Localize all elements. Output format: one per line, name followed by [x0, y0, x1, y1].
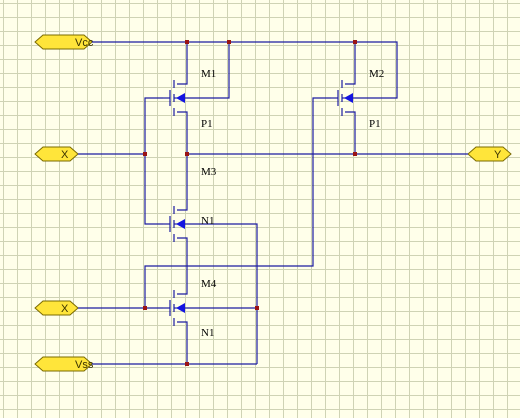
junction-dot — [185, 152, 189, 156]
wire-x-top — [78, 97, 163, 155]
wire-m1-source — [177, 42, 188, 85]
wire-m1-drain — [177, 111, 188, 154]
schematic-diagram: Vcc X Y X Vss M1 P1 M2 P1 M3 N1 M4 N1 — [34, 34, 512, 372]
nmos-arrow-icon — [176, 219, 185, 229]
port-x-bottom-label: X — [61, 303, 69, 315]
junction-dot — [227, 40, 231, 44]
transistor-m4[interactable] — [163, 290, 187, 326]
pmos-arrow-icon — [176, 93, 185, 103]
wire-m4-source — [177, 321, 188, 364]
m3-model-label: N1 — [201, 215, 214, 227]
pmos-arrow-icon — [344, 93, 353, 103]
port-vss-label: Vss — [75, 359, 94, 371]
m1-model-label: P1 — [201, 118, 213, 130]
transistor-m1[interactable] — [163, 80, 187, 116]
m2-model-label: P1 — [369, 118, 381, 130]
junction-dot — [185, 362, 189, 366]
wire-x-bottom-loop — [144, 97, 331, 308]
junction-dot — [143, 306, 147, 310]
junction-dot — [353, 152, 357, 156]
junction-dot — [185, 40, 189, 44]
m4-name-label: M4 — [201, 278, 217, 290]
wire-m2-source — [345, 42, 356, 85]
m3-name-label: M3 — [201, 166, 217, 178]
transistor-m2[interactable] — [331, 80, 355, 116]
m1-name-label: M1 — [201, 68, 216, 80]
port-y-output[interactable]: Y — [467, 146, 512, 162]
schematic-canvas: Vcc X Y X Vss M1 P1 M2 P1 M3 N1 M4 N1 — [0, 0, 520, 418]
junctions — [143, 40, 357, 366]
port-x-top-label: X — [61, 149, 69, 161]
port-vss[interactable]: Vss — [34, 356, 94, 372]
junction-dot — [143, 152, 147, 156]
port-x-bottom[interactable]: X — [34, 300, 79, 316]
m4-model-label: N1 — [201, 327, 214, 339]
m2-name-label: M2 — [369, 68, 384, 80]
wire-m2-drain — [345, 111, 356, 154]
port-vcc-label: Vcc — [75, 37, 94, 49]
port-vcc[interactable]: Vcc — [34, 34, 94, 50]
wire-vcc-rail — [92, 41, 398, 99]
nmos-arrow-icon — [176, 303, 185, 313]
port-x-top[interactable]: X — [34, 146, 79, 162]
junction-dot — [353, 40, 357, 44]
junction-dot — [255, 306, 259, 310]
port-y-label: Y — [494, 149, 502, 161]
wire-m3-body — [187, 223, 258, 364]
transistor-m3[interactable] — [163, 206, 187, 242]
wires — [78, 41, 468, 365]
wire-x-top-to-m3 — [144, 154, 163, 225]
wire-m3-drain — [177, 154, 188, 211]
